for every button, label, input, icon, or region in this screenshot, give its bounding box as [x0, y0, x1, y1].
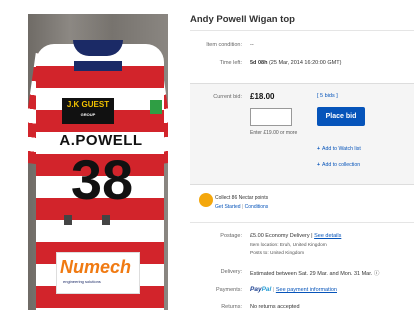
time-left-remaining: 5d 08h: [250, 60, 268, 66]
payments-label: Payments:: [216, 287, 242, 293]
jersey-bottom-sponsor: Numech engineering solutions: [56, 252, 140, 294]
plus-icon: +: [317, 146, 321, 152]
time-left-label: Time left:: [219, 60, 242, 66]
delivery-value: Estimated between Sat. 29 Mar. and Mon. …: [250, 271, 380, 277]
bid-minimum-hint: Enter £19.00 or more: [250, 130, 298, 136]
paypal-logo: PayPal: [250, 286, 271, 293]
add-to-watch-list-link[interactable]: + Add to Watch list: [317, 146, 361, 152]
numech-logo: Numech: [60, 257, 132, 277]
jersey-badge-icon: [150, 100, 162, 114]
postage-cost: £5.00 Economy Delivery |: [250, 233, 313, 239]
jersey-sponsor-text: J.K GUEST: [66, 100, 110, 109]
time-left-detail: (25 Mar, 2014 16:20:00 GMT): [268, 60, 342, 66]
condition-label: Item condition:: [206, 42, 242, 48]
payment-info-link[interactable]: See payment information: [276, 287, 337, 293]
nectar-links: Get Started | Conditions: [215, 204, 268, 210]
item-location: Item location: Eruh, United Kingdom: [250, 243, 327, 248]
plus-icon: +: [317, 162, 321, 168]
nectar-divider: [190, 222, 414, 223]
numech-tagline: engineering solutions: [63, 279, 101, 284]
returns-label: Returns:: [221, 304, 242, 310]
nectar-conditions-link[interactable]: Conditions: [245, 204, 269, 210]
postage-label: Postage:: [220, 233, 242, 239]
collection-label: Add to collection: [322, 162, 361, 168]
current-bid-label: Current bid:: [213, 94, 242, 100]
nectar-points-text: Collect 86 Nectar points: [215, 195, 269, 201]
jersey-player-number: 38: [70, 148, 134, 211]
returns-value: No returns accepted: [250, 304, 300, 310]
jersey-chest-logo: [74, 61, 122, 71]
postage-value: £5.00 Economy Delivery | See details: [250, 233, 341, 239]
nectar-get-started-link[interactable]: Get Started: [215, 204, 241, 210]
product-photo[interactable]: J.K GUEST GROUP A.POWELL 38 Numech engin…: [28, 14, 168, 310]
delivery-label: Delivery:: [220, 269, 242, 275]
title-divider: [190, 30, 414, 31]
postage-details-link[interactable]: See details: [314, 233, 341, 239]
nectar-icon: [199, 193, 213, 207]
listing-title: Andy Powell Wigan top: [190, 14, 295, 25]
current-bid-price: £18.00: [250, 92, 275, 101]
place-bid-button[interactable]: Place bid: [317, 107, 365, 126]
watch-list-label: Add to Watch list: [322, 146, 361, 152]
paypal-pay: Pay: [250, 286, 262, 293]
payments-value: PayPal | See payment information: [250, 286, 337, 293]
jersey-sponsor: J.K GUEST GROUP: [62, 98, 114, 124]
bid-amount-input[interactable]: [250, 108, 292, 126]
paypal-pal: Pal: [261, 286, 272, 293]
add-to-collection-link[interactable]: + Add to collection: [317, 162, 360, 168]
jersey-sponsor-sub: GROUP: [80, 112, 96, 117]
jersey-player-name: A.POWELL: [59, 132, 143, 149]
condition-value: --: [250, 42, 254, 48]
time-left-value: 5d 08h (25 Mar, 2014 16:20:00 GMT): [250, 60, 341, 66]
posts-to: Posts to: United Kingdom: [250, 251, 305, 256]
jersey-number-badges: [64, 212, 142, 225]
bid-count-link[interactable]: [ 5 bids ]: [317, 93, 338, 99]
